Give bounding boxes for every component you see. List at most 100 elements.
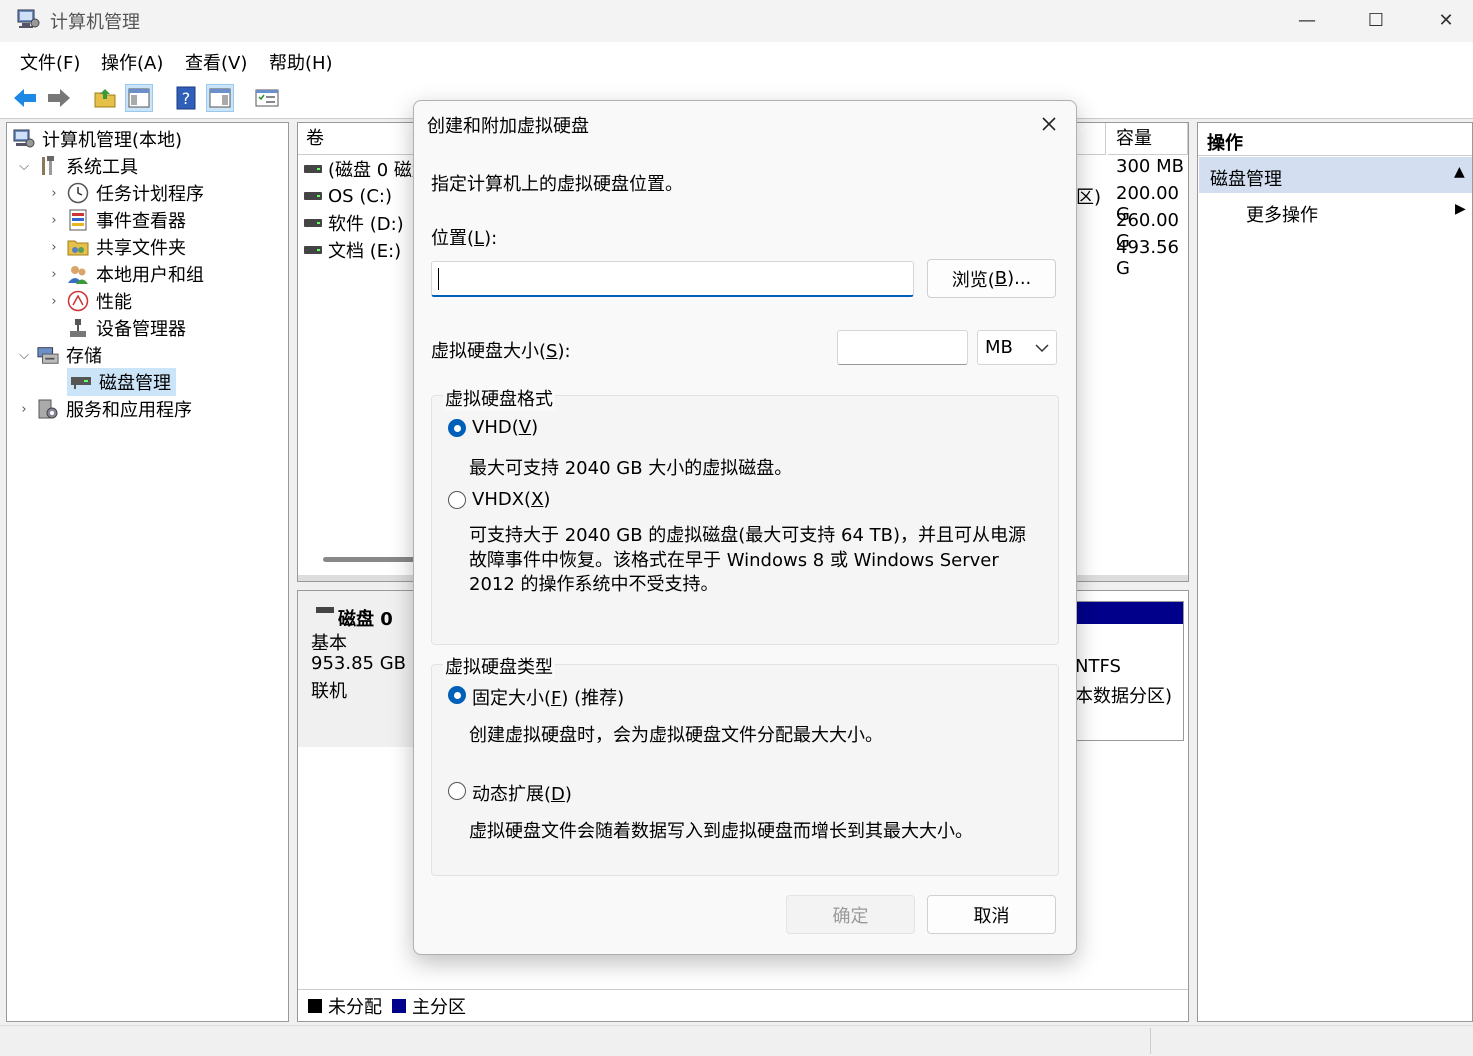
menu-view[interactable]: 查看(V) [185, 49, 247, 75]
table-row[interactable]: 软件 (D:) [304, 210, 404, 236]
tree-label: 存储 [66, 346, 102, 367]
actions-section[interactable]: 磁盘管理 ▲ [1199, 157, 1472, 193]
tree-item-local-users[interactable]: › 本地用户和组 [47, 261, 204, 287]
chevron-down-icon[interactable]: ⌵ [17, 159, 31, 174]
close-window-button[interactable]: ✕ [1411, 0, 1473, 40]
maximize-button[interactable]: ☐ [1341, 0, 1411, 40]
minimize-button[interactable]: — [1272, 0, 1342, 40]
up-folder-icon[interactable] [91, 84, 119, 112]
vhdx-description: 可支持大于 2040 GB 的虚拟磁盘(最大可支持 64 TB)，并且可从电源故… [469, 525, 1027, 595]
legend: 未分配 主分区 [298, 989, 1188, 1022]
svg-text:?: ? [182, 89, 191, 108]
chevron-right-icon[interactable]: › [47, 240, 61, 255]
column-header-capacity[interactable]: 容量 [1108, 123, 1188, 155]
show-hide-tree-icon[interactable] [125, 84, 153, 112]
location-input[interactable] [431, 261, 914, 297]
actions-title: 操作 [1207, 133, 1243, 154]
menu-action[interactable]: 操作(A) [101, 49, 163, 75]
volume-name: 软件 (D:) [328, 214, 404, 235]
properties-icon[interactable] [253, 84, 281, 112]
tree-label: 磁盘管理 [99, 373, 171, 394]
event-viewer-icon [67, 209, 89, 231]
vhd-radio[interactable] [448, 419, 466, 437]
tree-item-disk-management[interactable]: 磁盘管理 [67, 368, 176, 396]
tree-item-performance[interactable]: › 性能 [47, 288, 132, 314]
status-divider [1150, 1028, 1151, 1054]
chevron-right-icon[interactable]: › [47, 267, 61, 282]
tree-item-device-manager[interactable]: 设备管理器 [47, 315, 186, 341]
tree-label: 共享文件夹 [96, 238, 186, 259]
dynamic-description: 虚拟硬盘文件会随着数据写入到虚拟硬盘而增长到其最大大小。 [469, 821, 973, 842]
disk-icon [316, 607, 334, 613]
volume-type-fragment: 区) [1076, 187, 1102, 208]
chevron-right-icon[interactable]: › [47, 294, 61, 309]
chevron-right-icon[interactable]: › [17, 402, 31, 417]
fixed-size-label[interactable]: 固定大小(F) (推荐) [472, 684, 624, 710]
tools-icon [37, 155, 59, 177]
chevron-down-icon [1035, 344, 1049, 353]
disk-name: 磁盘 0 [338, 609, 393, 630]
size-unit-select[interactable]: MB [977, 330, 1057, 365]
tree-item-services-apps[interactable]: › 服务和应用程序 [17, 396, 192, 422]
chevron-right-icon[interactable]: › [47, 213, 61, 228]
computer-management-icon [13, 128, 35, 150]
fixed-size-description: 创建虚拟硬盘时，会为虚拟硬盘文件分配最大大小。 [469, 725, 883, 746]
back-arrow-icon[interactable] [11, 84, 39, 112]
submenu-arrow-icon: ▶ [1455, 201, 1466, 217]
window-title: 计算机管理 [50, 12, 140, 33]
drive-icon [304, 192, 322, 200]
drive-icon [304, 219, 322, 227]
table-row[interactable]: OS (C:) [304, 183, 392, 209]
partition-bar [1075, 602, 1183, 624]
volume-name: 文档 (E:) [328, 241, 402, 262]
tree-item-storage[interactable]: ⌵ 存储 [17, 342, 102, 368]
dynamic-radio[interactable] [448, 782, 466, 800]
cancel-button[interactable]: 取消 [927, 895, 1056, 934]
table-row[interactable]: 文档 (E:) [304, 237, 401, 263]
tree-item-system-tools[interactable]: ⌵ 系统工具 [17, 153, 138, 179]
tree-label: 性能 [96, 292, 132, 313]
ok-button[interactable]: 确定 [786, 895, 915, 934]
dialog-close-button[interactable] [1034, 111, 1064, 137]
drive-icon [304, 246, 322, 254]
location-label: 位置(L): [431, 228, 498, 249]
tree-label: 事件查看器 [96, 211, 186, 232]
tree-label: 计算机管理(本地) [42, 130, 183, 151]
partition-block[interactable]: NTFS 本数据分区) [1074, 601, 1184, 741]
tree-label: 服务和应用程序 [66, 400, 192, 421]
disk-info-panel[interactable]: 磁盘 0 基本 953.85 GB 联机 [298, 591, 414, 747]
more-actions-item[interactable]: 更多操作 ▶ [1199, 197, 1472, 227]
browse-button[interactable]: 浏览(B)... [927, 259, 1056, 298]
create-vhd-dialog: 创建和附加虚拟硬盘 指定计算机上的虚拟硬盘位置。 位置(L): 浏览(B)...… [413, 100, 1077, 955]
tree-item-shared-folders[interactable]: › 共享文件夹 [47, 234, 186, 260]
clock-icon [67, 182, 89, 204]
chevron-right-icon[interactable]: › [47, 186, 61, 201]
dynamic-label[interactable]: 动态扩展(D) [472, 780, 572, 806]
forward-arrow-icon[interactable] [45, 84, 73, 112]
collapse-up-icon[interactable]: ▲ [1454, 164, 1465, 180]
menu-file[interactable]: 文件(F) [20, 49, 80, 75]
vhdx-radio[interactable] [448, 491, 466, 509]
menu-help[interactable]: 帮助(H) [269, 49, 333, 75]
disk-size: 953.85 GB [311, 653, 407, 674]
vhd-label[interactable]: VHD(V) [472, 417, 538, 438]
tree-label: 系统工具 [66, 157, 138, 178]
fixed-size-radio[interactable] [448, 686, 466, 704]
status-bar [0, 1025, 1473, 1056]
help-icon[interactable]: ? [172, 84, 200, 112]
table-row[interactable]: (磁盘 0 磁盘 [304, 156, 430, 182]
size-unit-value: MB [985, 337, 1013, 358]
computer-management-icon [16, 8, 40, 30]
vhdx-label[interactable]: VHDX(X) [472, 489, 550, 510]
show-hide-action-pane-icon[interactable] [206, 84, 234, 112]
legend-swatch-primary [392, 999, 406, 1013]
tree-item-task-scheduler[interactable]: › 任务计划程序 [47, 180, 204, 206]
actions-header: 操作 [1198, 123, 1472, 156]
drive-icon [304, 165, 322, 173]
chevron-down-icon[interactable]: ⌵ [17, 348, 31, 363]
tree-item-event-viewer[interactable]: › 事件查看器 [47, 207, 186, 233]
device-manager-icon [67, 317, 89, 339]
tree-item-root[interactable]: 计算机管理(本地) [13, 126, 182, 152]
more-actions-label: 更多操作 [1246, 205, 1318, 226]
size-input[interactable] [837, 330, 968, 365]
